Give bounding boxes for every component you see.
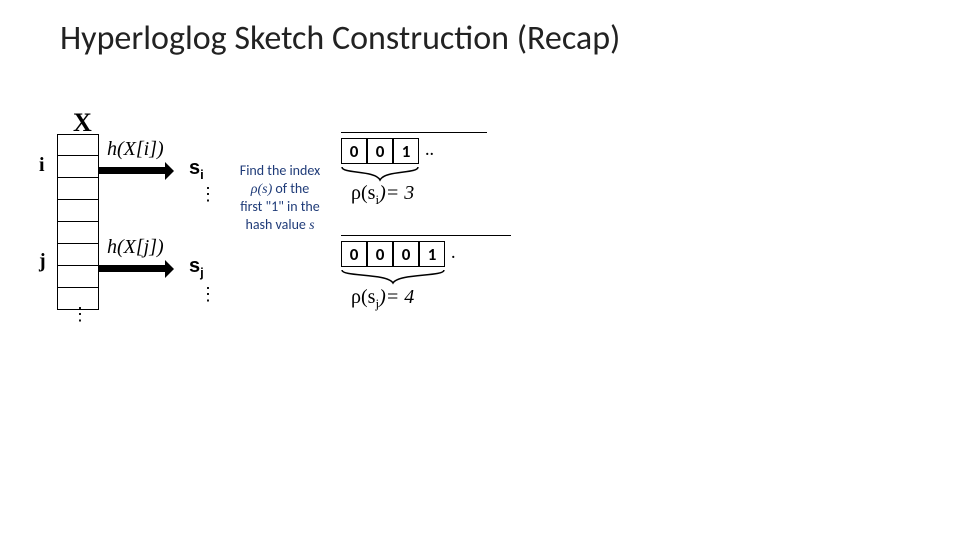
rho-i-value: ρ(si)= 3 bbox=[351, 182, 414, 208]
ellipsis-icon: . bbox=[445, 241, 456, 263]
rho-j-value: ρ(sj)= 4 bbox=[351, 286, 414, 312]
x-cell bbox=[57, 200, 99, 222]
slide-title: Hyperloglog Sketch Construction (Recap) bbox=[60, 18, 620, 59]
bit-top-border bbox=[341, 235, 511, 236]
bit-top-border bbox=[341, 132, 487, 133]
ellipsis-icon: .. bbox=[419, 138, 434, 160]
bit-cell: 0 bbox=[341, 138, 367, 164]
s-j-label: sj bbox=[189, 255, 204, 280]
bit-cell: 0 bbox=[393, 241, 419, 267]
bit-cell: 1 bbox=[419, 241, 445, 267]
brace-icon bbox=[341, 166, 419, 182]
x-cell bbox=[57, 134, 99, 156]
x-cell bbox=[57, 178, 99, 200]
x-cell bbox=[57, 266, 99, 288]
x-cell bbox=[57, 156, 99, 178]
vdots-icon: ⋮ bbox=[71, 310, 91, 320]
bit-cell: 1 bbox=[393, 138, 419, 164]
x-cell bbox=[57, 222, 99, 244]
arrow-icon bbox=[99, 167, 169, 174]
diagram: X i j ⋮ h(X[i]) si ⋮ h(X[j]) sj ⋮ Find t… bbox=[55, 110, 565, 370]
bitrow-i: 0 0 1 .. bbox=[341, 138, 434, 164]
arrow-icon bbox=[99, 265, 169, 272]
bit-cell: 0 bbox=[341, 241, 367, 267]
brace-icon bbox=[341, 269, 445, 285]
x-cell bbox=[57, 244, 99, 266]
vdots-icon: ⋮ bbox=[199, 190, 217, 200]
bit-cell: 0 bbox=[367, 241, 393, 267]
vdots-icon: ⋮ bbox=[199, 290, 217, 300]
bitrow-j: 0 0 0 1 . bbox=[341, 241, 456, 267]
s-i-label: si bbox=[189, 157, 204, 182]
bit-cell: 0 bbox=[367, 138, 393, 164]
x-array bbox=[57, 134, 99, 310]
rho-explanation: Find the index ρ(s) of the first "1" in … bbox=[225, 162, 335, 234]
hash-j-label: h(X[j]) bbox=[107, 236, 164, 259]
index-i-label: i bbox=[39, 154, 45, 177]
index-j-label: j bbox=[39, 250, 46, 273]
hash-i-label: h(X[i]) bbox=[107, 138, 164, 161]
